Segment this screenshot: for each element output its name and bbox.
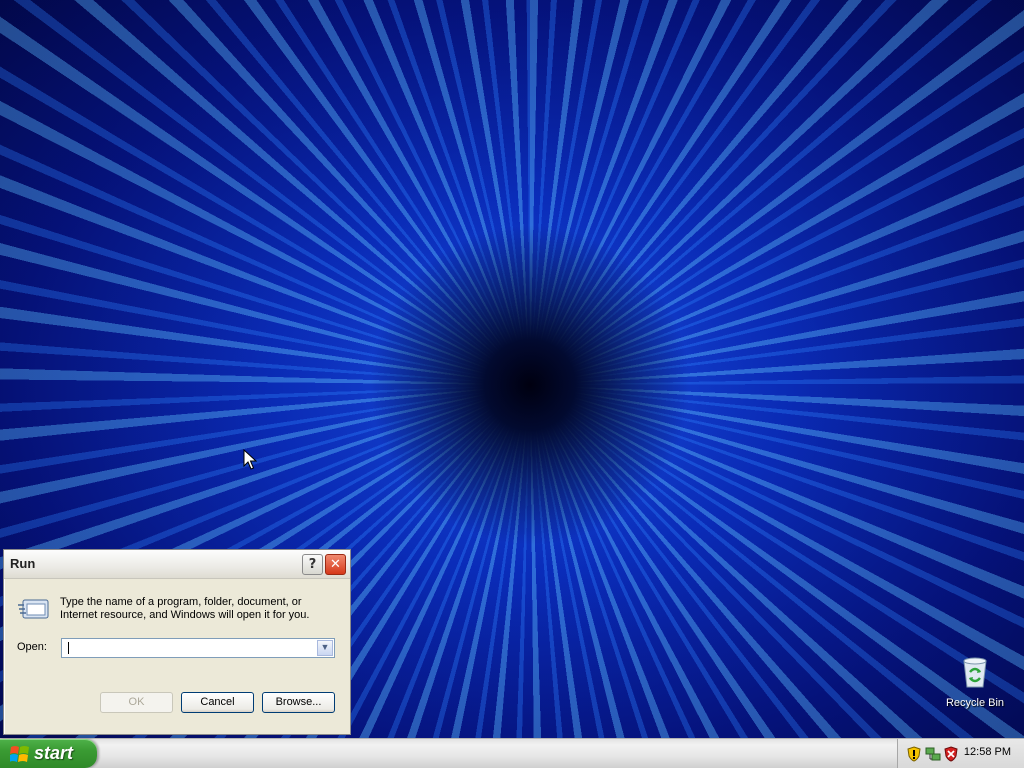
taskbar: start 12:58 PM	[0, 738, 1024, 768]
ok-button[interactable]: OK	[100, 692, 173, 713]
run-program-icon	[18, 599, 49, 619]
open-combobox[interactable]: ▼	[61, 638, 335, 658]
dialog-title: Run	[10, 556, 36, 571]
windows-logo-icon	[10, 746, 29, 762]
open-input[interactable]	[64, 640, 316, 656]
clock[interactable]: 12:58 PM	[964, 746, 1011, 758]
security-alert-icon[interactable]	[944, 746, 958, 762]
start-label: start	[34, 743, 74, 763]
open-label: Open:	[17, 641, 47, 653]
close-button[interactable]: ✕	[325, 554, 346, 575]
cancel-button[interactable]: Cancel	[181, 692, 254, 713]
desktop-icon-recycle-bin[interactable]: Recycle Bin	[940, 655, 1010, 709]
help-button[interactable]: ?	[302, 554, 323, 575]
run-dialog: Run ? ✕ Type the name of a program, fold…	[3, 549, 351, 735]
mouse-cursor-icon	[243, 449, 257, 470]
recycle-bin-icon	[963, 657, 987, 688]
chevron-down-icon[interactable]: ▼	[317, 640, 333, 656]
browse-button[interactable]: Browse...	[262, 692, 335, 713]
network-icon[interactable]	[925, 746, 941, 762]
run-description: Type the name of a program, folder, docu…	[60, 596, 310, 621]
run-dialog-titlebar[interactable]: Run ? ✕	[4, 550, 350, 579]
text-caret	[68, 642, 69, 654]
start-button[interactable]: start	[0, 739, 97, 768]
system-tray: 12:58 PM	[897, 739, 1024, 768]
recycle-bin-label: Recycle Bin	[945, 697, 1005, 709]
security-shield-icon[interactable]	[907, 746, 921, 762]
